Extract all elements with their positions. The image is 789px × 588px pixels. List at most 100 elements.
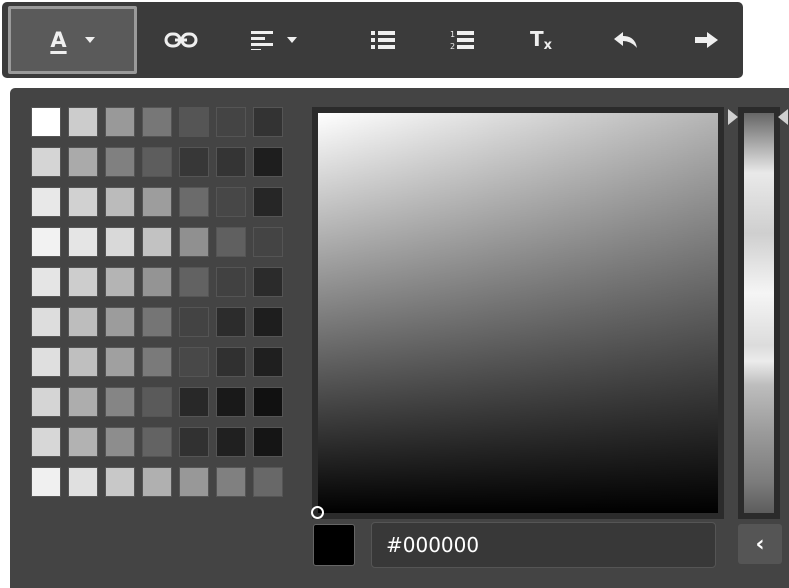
clear-format-button[interactable]: Tx bbox=[517, 6, 565, 74]
color-swatch[interactable] bbox=[105, 347, 135, 377]
color-swatch[interactable] bbox=[105, 427, 135, 457]
hue-slider[interactable] bbox=[738, 107, 780, 519]
color-swatch[interactable] bbox=[31, 427, 61, 457]
color-swatch[interactable] bbox=[216, 267, 246, 297]
color-swatch[interactable] bbox=[216, 347, 246, 377]
color-swatch[interactable] bbox=[142, 187, 172, 217]
editor-toolbar: A 1 2 Tx bbox=[2, 2, 743, 78]
color-swatch[interactable] bbox=[142, 387, 172, 417]
color-swatch[interactable] bbox=[216, 187, 246, 217]
text-color-icon: A bbox=[50, 28, 67, 52]
color-swatch[interactable] bbox=[68, 467, 98, 497]
color-swatch[interactable] bbox=[105, 267, 135, 297]
color-swatch[interactable] bbox=[179, 307, 209, 337]
color-swatch[interactable] bbox=[68, 187, 98, 217]
color-swatch[interactable] bbox=[253, 187, 283, 217]
color-picker-panel: ‹ bbox=[10, 88, 789, 588]
align-button[interactable] bbox=[234, 6, 314, 74]
undo-button[interactable] bbox=[602, 6, 650, 74]
svg-text:2: 2 bbox=[450, 42, 455, 51]
color-swatch[interactable] bbox=[253, 227, 283, 257]
color-swatch[interactable] bbox=[68, 347, 98, 377]
hex-color-input[interactable] bbox=[371, 522, 716, 568]
saturation-value-area[interactable] bbox=[311, 107, 724, 519]
color-swatch[interactable] bbox=[179, 187, 209, 217]
color-swatch[interactable] bbox=[68, 387, 98, 417]
color-swatch[interactable] bbox=[253, 147, 283, 177]
color-swatch[interactable] bbox=[179, 427, 209, 457]
color-swatch[interactable] bbox=[216, 227, 246, 257]
color-swatch[interactable] bbox=[105, 307, 135, 337]
hue-slider-left-arrow-icon[interactable] bbox=[728, 109, 738, 125]
redo-arrow-icon bbox=[695, 32, 718, 48]
color-swatch[interactable] bbox=[216, 107, 246, 137]
color-swatch[interactable] bbox=[179, 147, 209, 177]
redo-button[interactable] bbox=[682, 6, 730, 74]
color-swatch[interactable] bbox=[31, 227, 61, 257]
color-swatch[interactable] bbox=[179, 347, 209, 377]
text-color-button[interactable]: A bbox=[8, 6, 137, 74]
color-swatch[interactable] bbox=[31, 347, 61, 377]
color-swatch[interactable] bbox=[142, 427, 172, 457]
color-swatch[interactable] bbox=[142, 147, 172, 177]
color-swatch[interactable] bbox=[253, 467, 283, 497]
color-swatch[interactable] bbox=[142, 267, 172, 297]
color-swatch[interactable] bbox=[253, 267, 283, 297]
link-icon bbox=[164, 32, 198, 48]
undo-arrow-icon bbox=[614, 32, 637, 48]
current-color-preview bbox=[313, 524, 355, 566]
color-swatch[interactable] bbox=[31, 267, 61, 297]
chevron-down-icon bbox=[287, 37, 297, 43]
color-swatch[interactable] bbox=[216, 467, 246, 497]
chevron-down-icon bbox=[84, 37, 95, 43]
clear-format-icon: Tx bbox=[529, 27, 553, 53]
color-swatch[interactable] bbox=[105, 467, 135, 497]
numbered-list-icon: 1 2 bbox=[450, 30, 474, 51]
color-swatch[interactable] bbox=[31, 147, 61, 177]
color-swatch[interactable] bbox=[216, 387, 246, 417]
chevron-left-icon: ‹ bbox=[755, 531, 765, 557]
color-swatch[interactable] bbox=[31, 187, 61, 217]
bullet-list-button[interactable] bbox=[359, 6, 407, 74]
color-swatch[interactable] bbox=[216, 307, 246, 337]
color-swatch[interactable] bbox=[68, 267, 98, 297]
color-swatch[interactable] bbox=[105, 107, 135, 137]
color-swatch[interactable] bbox=[105, 147, 135, 177]
color-swatch[interactable] bbox=[142, 467, 172, 497]
color-swatch[interactable] bbox=[68, 107, 98, 137]
color-swatch[interactable] bbox=[179, 107, 209, 137]
hue-slider-right-arrow-icon[interactable] bbox=[778, 109, 788, 125]
color-swatch[interactable] bbox=[216, 147, 246, 177]
numbered-list-button[interactable]: 1 2 bbox=[438, 6, 486, 74]
color-swatch[interactable] bbox=[31, 107, 61, 137]
color-swatch[interactable] bbox=[179, 227, 209, 257]
collapse-button[interactable]: ‹ bbox=[738, 524, 782, 564]
color-swatch[interactable] bbox=[216, 427, 246, 457]
color-swatch[interactable] bbox=[31, 467, 61, 497]
color-swatch[interactable] bbox=[31, 307, 61, 337]
color-cursor[interactable] bbox=[311, 506, 324, 519]
color-swatch[interactable] bbox=[105, 387, 135, 417]
color-swatch[interactable] bbox=[68, 227, 98, 257]
color-swatch[interactable] bbox=[179, 267, 209, 297]
color-swatch[interactable] bbox=[179, 467, 209, 497]
color-swatch[interactable] bbox=[142, 107, 172, 137]
color-swatch[interactable] bbox=[142, 227, 172, 257]
svg-text:1: 1 bbox=[450, 30, 455, 39]
color-swatch[interactable] bbox=[253, 387, 283, 417]
color-swatch[interactable] bbox=[142, 347, 172, 377]
color-swatch[interactable] bbox=[105, 227, 135, 257]
bullet-list-icon bbox=[371, 31, 395, 49]
link-button[interactable] bbox=[157, 6, 205, 74]
color-swatch[interactable] bbox=[142, 307, 172, 337]
color-swatch[interactable] bbox=[253, 107, 283, 137]
color-swatch[interactable] bbox=[31, 387, 61, 417]
color-swatch[interactable] bbox=[68, 307, 98, 337]
color-swatch[interactable] bbox=[68, 147, 98, 177]
color-swatch[interactable] bbox=[253, 347, 283, 377]
color-swatch[interactable] bbox=[253, 307, 283, 337]
color-swatch[interactable] bbox=[253, 427, 283, 457]
color-swatch[interactable] bbox=[105, 187, 135, 217]
color-swatch[interactable] bbox=[179, 387, 209, 417]
color-swatch[interactable] bbox=[68, 427, 98, 457]
